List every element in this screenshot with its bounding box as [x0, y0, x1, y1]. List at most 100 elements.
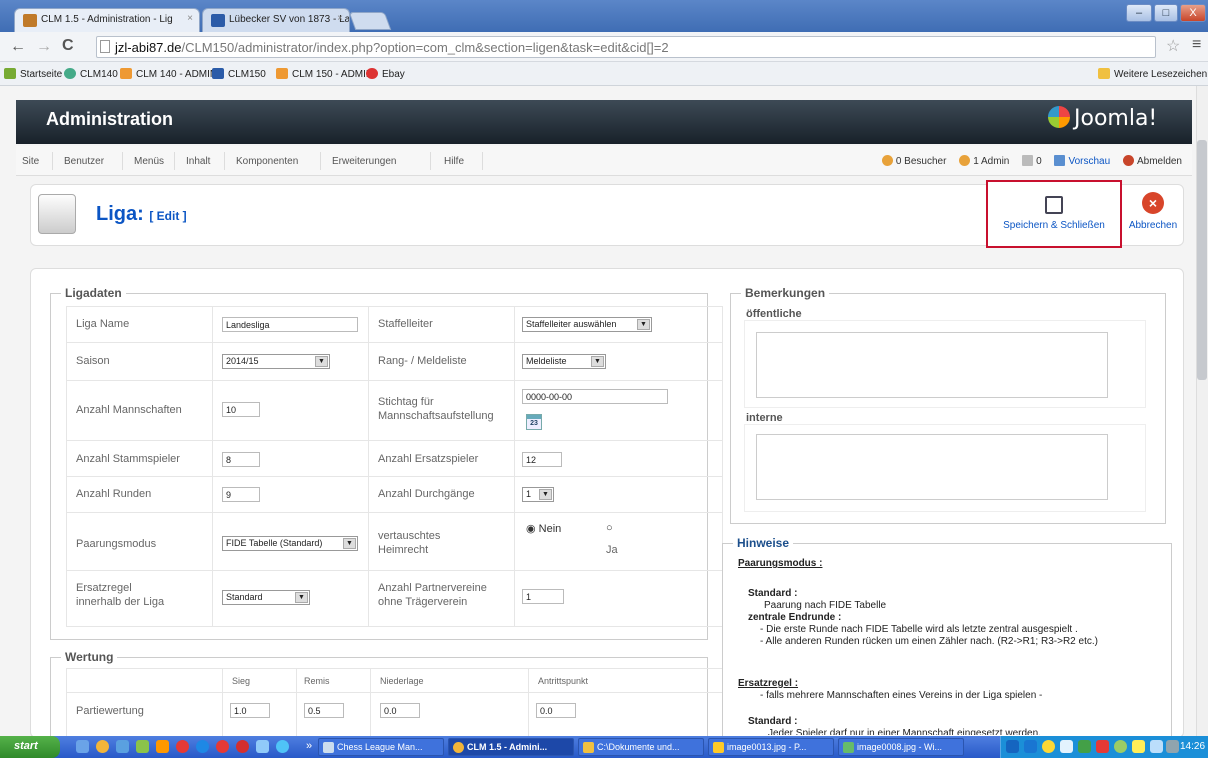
quicklaunch-icon[interactable] [196, 740, 209, 753]
tray-icon[interactable] [1166, 740, 1179, 753]
close-window-button[interactable]: X [1180, 4, 1206, 22]
start-button[interactable]: start [0, 736, 60, 758]
ersatzregel-label-1: Ersatzregel [76, 582, 132, 594]
tray-icon[interactable] [1096, 740, 1109, 753]
task-chess-league[interactable]: Chess League Man... [318, 738, 444, 756]
ie-icon[interactable] [116, 740, 129, 753]
heimrecht-ja-radio[interactable]: ○ [606, 522, 613, 534]
chevron-right-icon[interactable]: » [306, 740, 312, 752]
menu-divider [52, 152, 53, 170]
wertung-fieldset: Wertung [50, 650, 708, 740]
menu-icon[interactable]: ≡ [1192, 36, 1201, 54]
rang-select[interactable]: Meldeliste ▼ [522, 354, 606, 369]
task-image0008[interactable]: image0008.jpg - Wi... [838, 738, 964, 756]
ersatzspieler-input[interactable] [522, 452, 562, 467]
task-explorer[interactable]: C:\Dokumente und... [578, 738, 704, 756]
back-icon[interactable]: ← [10, 38, 26, 56]
minimize-button[interactable]: – [1126, 4, 1152, 22]
url-bar[interactable]: jzl-abi87.de/CLM150/administrator/index.… [96, 36, 1156, 58]
menu-erweiterungen[interactable]: Erweiterungen [332, 156, 396, 167]
niederlage-input[interactable] [380, 703, 420, 718]
grid-line [370, 668, 371, 736]
anzahl-mannschaften-input[interactable] [222, 402, 260, 417]
antrittspunkt-input[interactable] [536, 703, 576, 718]
cancel-button[interactable]: × Abbrechen [1124, 188, 1182, 244]
ersatzregel-select[interactable]: Standard ▼ [222, 590, 310, 605]
maximize-button[interactable]: □ [1154, 4, 1178, 22]
tray-icon[interactable] [1132, 740, 1145, 753]
tray-icon[interactable] [1114, 740, 1127, 753]
stammspieler-input[interactable] [222, 452, 260, 467]
forward-icon[interactable]: → [36, 38, 52, 56]
stichtag-input[interactable] [522, 389, 668, 404]
star-icon[interactable]: ☆ [1166, 36, 1180, 56]
quicklaunch-icon[interactable] [236, 740, 249, 753]
tray-icon[interactable] [1150, 740, 1163, 753]
tab-luebecker-sv[interactable]: Lübecker SV von 1873 - Landı × [202, 8, 350, 32]
task-image0013[interactable]: image0013.jpg - P... [708, 738, 834, 756]
bookmark-startseite[interactable]: Startseite [4, 68, 62, 80]
url-path: /CLM150/administrator/index.php?option=c… [181, 40, 669, 55]
quicklaunch-icon[interactable] [176, 740, 189, 753]
grid-line [66, 306, 67, 626]
liga-name-input[interactable] [222, 317, 358, 332]
sieg-input[interactable] [230, 703, 270, 718]
staffelleiter-select[interactable]: Staffelleiter auswählen ▼ [522, 317, 652, 332]
anzahl-mannschaften-label: Anzahl Mannschaften [76, 404, 182, 416]
calendar-icon[interactable]: 23 [526, 414, 542, 430]
quicklaunch-icon[interactable] [256, 740, 269, 753]
close-tab-icon[interactable]: × [187, 13, 193, 24]
hinweis-line: zentrale Endrunde : [748, 612, 842, 623]
chrome-icon [453, 742, 464, 753]
quicklaunch-icon[interactable] [156, 740, 169, 753]
tab-clm-admin[interactable]: CLM 1.5 - Administration - Lig × [14, 8, 200, 32]
quicklaunch-icon[interactable] [76, 740, 89, 753]
grid-line [212, 306, 213, 626]
heimrecht-nein-radio[interactable]: ◉ Nein [526, 522, 561, 535]
preview-link[interactable]: Vorschau [1054, 155, 1110, 167]
quicklaunch-icon[interactable] [136, 740, 149, 753]
paarungsmodus-select[interactable]: FIDE Tabelle (Standard) ▼ [222, 536, 358, 551]
chevron-down-icon: ▼ [637, 319, 650, 330]
save-close-button[interactable]: Speichern & Schließen [986, 180, 1122, 248]
partnervereine-input[interactable] [522, 589, 564, 604]
bookmark-other-folder[interactable]: Weitere Lesezeichen [1098, 68, 1207, 80]
menu-komponenten[interactable]: Komponenten [236, 156, 298, 167]
menu-hilfe[interactable]: Hilfe [444, 156, 464, 167]
tray-icon[interactable] [1078, 740, 1091, 753]
tray-icon[interactable] [1006, 740, 1019, 753]
reload-icon[interactable]: C [62, 37, 74, 55]
tray-icon[interactable] [1060, 740, 1073, 753]
chrome-icon[interactable] [96, 740, 109, 753]
logout-link[interactable]: Abmelden [1122, 155, 1182, 167]
tray-icon[interactable] [1042, 740, 1055, 753]
user-icon [959, 155, 971, 166]
oeffentliche-textarea[interactable] [756, 332, 1108, 398]
save-icon [1045, 196, 1063, 214]
quicklaunch-icon[interactable] [276, 740, 289, 753]
bookmark-clm140-admin[interactable]: CLM 140 - ADMIN [120, 68, 217, 80]
saison-select[interactable]: 2014/15 ▼ [222, 354, 330, 369]
remis-input[interactable] [304, 703, 344, 718]
new-tab-button[interactable] [348, 12, 392, 30]
bookmark-ebay[interactable]: Ebay [366, 68, 405, 80]
durchgaenge-select[interactable]: 1 ▼ [522, 487, 554, 502]
menu-benutzer[interactable]: Benutzer [64, 156, 104, 167]
scrollbar-thumb[interactable] [1197, 140, 1207, 380]
bookmark-clm150-admin[interactable]: CLM 150 - ADMIN [276, 68, 373, 80]
menu-site[interactable]: Site [22, 156, 39, 167]
tray-icon[interactable] [1024, 740, 1037, 753]
visitors-status[interactable]: 0 Besucher [881, 155, 946, 167]
bookmark-clm140[interactable]: CLM140 [64, 68, 118, 80]
task-clm-admin[interactable]: CLM 1.5 - Admini... [448, 738, 574, 756]
admins-status[interactable]: 1 Admin [959, 155, 1009, 167]
interne-textarea[interactable] [756, 434, 1108, 500]
bookmark-clm150[interactable]: CLM150 [212, 68, 266, 80]
quicklaunch-icon[interactable] [216, 740, 229, 753]
close-tab-icon[interactable]: × [337, 13, 343, 24]
runden-input[interactable] [222, 487, 260, 502]
menu-menues[interactable]: Menüs [134, 156, 164, 167]
messages-status[interactable]: 0 [1022, 155, 1042, 167]
menu-inhalt[interactable]: Inhalt [186, 156, 210, 167]
oeffentliche-label: öffentliche [746, 308, 802, 320]
